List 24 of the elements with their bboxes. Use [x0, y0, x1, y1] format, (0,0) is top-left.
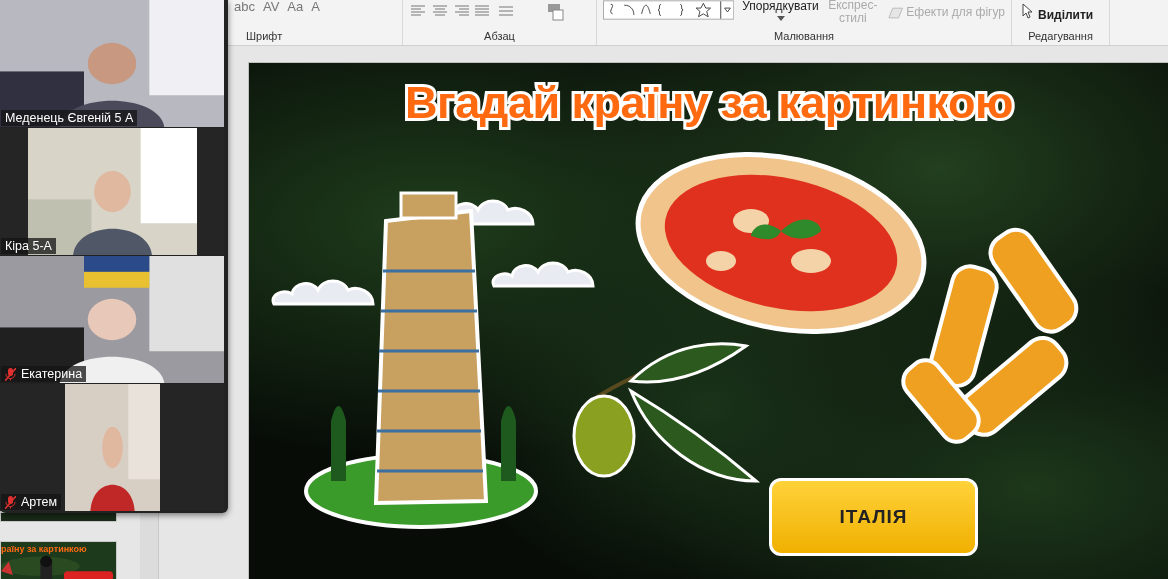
slide-title: Вгадай країну за картинкою	[404, 77, 1014, 129]
font-tool-button[interactable]: abc	[234, 0, 255, 14]
select-button[interactable]: Виділити	[1038, 9, 1094, 22]
align-icon[interactable]	[409, 4, 489, 16]
font-tool-button[interactable]: AV	[262, 0, 280, 14]
font-tool-button[interactable]: A	[311, 0, 320, 14]
shapes-gallery[interactable]	[603, 0, 735, 20]
participant-name: Кіра 5-А	[5, 239, 52, 253]
group-label: Шрифт	[245, 29, 284, 43]
thumbnail-title: раїну за картинкою	[1, 544, 87, 554]
participant-name: Артем	[21, 495, 58, 509]
group-label: Абзац	[483, 29, 516, 43]
eraser-icon	[886, 6, 905, 20]
cursor-icon	[1022, 3, 1034, 19]
participant-name: Меденець Євгеній 5 А	[5, 111, 134, 125]
arrange-button[interactable]: Упорядкувати	[742, 0, 819, 13]
slide-thumbnail[interactable]	[0, 513, 117, 522]
group-label: Малювання	[773, 29, 835, 43]
muted-microphone-icon	[5, 495, 16, 509]
scrollbar[interactable]	[140, 513, 159, 579]
answer-button[interactable]: ІТАЛІЯ	[769, 478, 978, 556]
caret-icon	[776, 16, 785, 21]
group-label: Редагування	[1027, 29, 1094, 43]
font-tool-button[interactable]: Aa	[287, 0, 304, 14]
